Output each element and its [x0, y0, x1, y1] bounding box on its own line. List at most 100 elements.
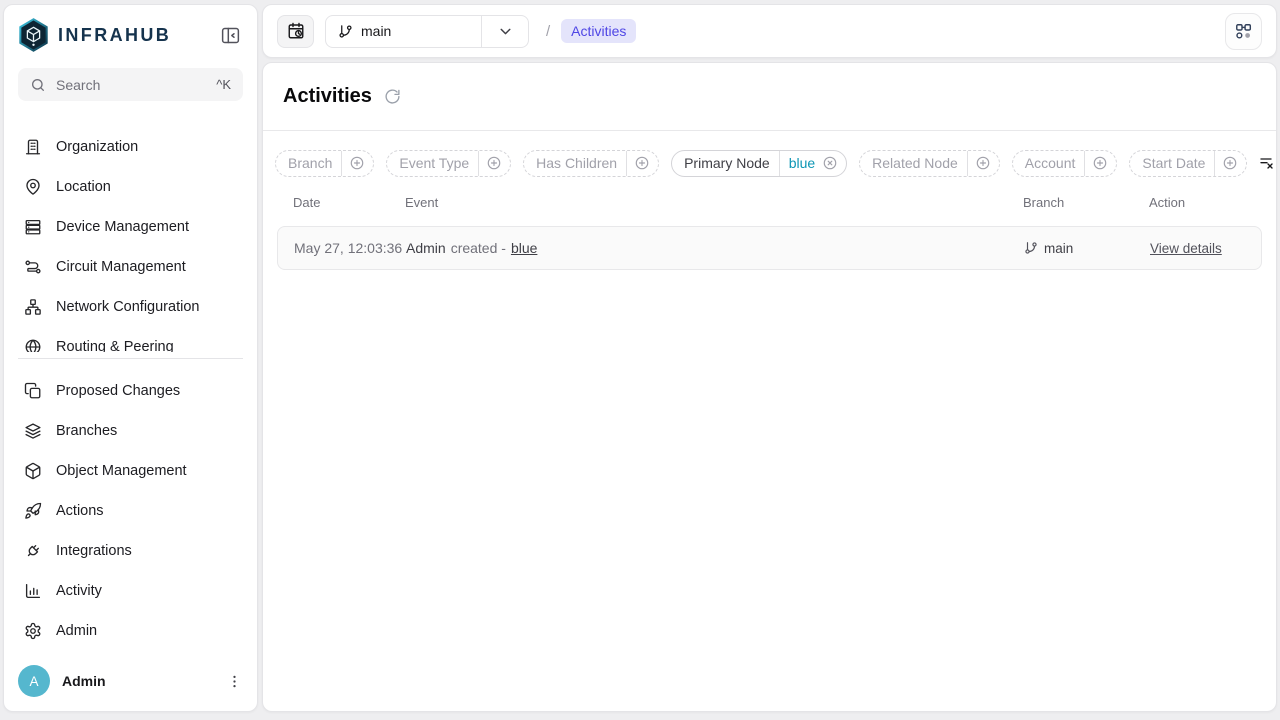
- sidebar-item-activity[interactable]: Activity: [14, 571, 247, 611]
- plug-icon: [24, 542, 42, 560]
- time-travel-button[interactable]: [277, 15, 314, 48]
- activities-panel: Activities Branch Event Type Has Childre…: [262, 62, 1277, 712]
- sidebar-item-location[interactable]: Location: [14, 167, 247, 207]
- clear-filters-button[interactable]: Clear filters: [1259, 147, 1277, 179]
- filter-chip-branch[interactable]: Branch: [275, 150, 374, 177]
- infrahub-hexagon-logo-icon: [18, 18, 49, 52]
- route-icon: [24, 258, 42, 276]
- sidebar-item-label: Organization: [56, 139, 138, 155]
- activity-event: Admin created - blue: [406, 240, 1024, 256]
- add-filter-icon[interactable]: [342, 155, 373, 171]
- search-shortcut: ^K: [216, 77, 231, 92]
- calendar-clock-icon: [287, 22, 305, 40]
- gear-icon: [24, 622, 42, 640]
- activity-branch-name: main: [1044, 241, 1073, 256]
- sidebar-item-label: Location: [56, 179, 111, 195]
- activity-object-link[interactable]: blue: [511, 240, 537, 256]
- sidebar-item-network-configuration[interactable]: Network Configuration: [14, 287, 247, 327]
- user-menu-kebab-button[interactable]: [226, 673, 243, 690]
- sidebar-item-label: Routing & Peering: [56, 339, 174, 352]
- sidebar-item-label: Proposed Changes: [56, 383, 180, 399]
- add-filter-icon[interactable]: [968, 155, 999, 171]
- sidebar-item-circuit-management[interactable]: Circuit Management: [14, 247, 247, 287]
- git-branch-icon: [338, 24, 353, 39]
- activity-branch: main: [1024, 241, 1150, 256]
- chevron-down-icon: [497, 23, 514, 40]
- refresh-icon: [384, 88, 401, 105]
- add-filter-icon[interactable]: [1215, 155, 1246, 171]
- server-icon: [24, 218, 42, 236]
- filter-chip-label: Related Node: [860, 155, 967, 171]
- page-title: Activities: [283, 85, 372, 108]
- schema-visualizer-button[interactable]: [1225, 13, 1262, 50]
- brand-logo[interactable]: INFRAHUB: [18, 18, 171, 52]
- sidebar-item-branches[interactable]: Branches: [14, 411, 247, 451]
- rocket-icon: [24, 502, 42, 520]
- table-header-row: Date Event Branch Action: [277, 195, 1262, 210]
- sidebar-app-nav: Proposed Changes Branches Object Managem…: [4, 359, 257, 651]
- activity-date: May 27, 12:03:36: [294, 240, 406, 256]
- column-header-action: Action: [1149, 195, 1246, 210]
- brand-name: INFRAHUB: [58, 25, 171, 46]
- map-pin-icon: [24, 178, 42, 196]
- branch-selector-toggle[interactable]: [481, 16, 528, 47]
- filter-chip-event-type[interactable]: Event Type: [386, 150, 511, 177]
- sidebar-item-organization[interactable]: Organization: [14, 127, 247, 167]
- filter-chip-primary-node[interactable]: Primary Node blue: [671, 150, 847, 177]
- table-row[interactable]: May 27, 12:03:36 Admin created - blue ma…: [277, 226, 1262, 270]
- add-filter-icon[interactable]: [1085, 155, 1116, 171]
- layers-icon: [24, 422, 42, 440]
- globe-icon: [24, 338, 42, 352]
- filter-chip-account[interactable]: Account: [1012, 150, 1118, 177]
- search-placeholder: Search: [56, 77, 100, 93]
- filter-chip-value: blue: [780, 155, 820, 171]
- user-name: Admin: [62, 673, 106, 689]
- filter-chip-has-children[interactable]: Has Children: [523, 150, 659, 177]
- page-header: Activities: [263, 63, 1276, 131]
- sidebar-item-object-management[interactable]: Object Management: [14, 451, 247, 491]
- sidebar-schema-nav: Organization Location Device Management …: [4, 127, 257, 352]
- diff-icon: [24, 382, 42, 400]
- sidebar-item-actions[interactable]: Actions: [14, 491, 247, 531]
- remove-filter-icon[interactable]: [820, 155, 846, 171]
- sidebar-item-integrations[interactable]: Integrations: [14, 531, 247, 571]
- search-input[interactable]: Search ^K: [18, 68, 243, 101]
- branch-selector[interactable]: main: [325, 15, 529, 48]
- sidebar-item-label: Device Management: [56, 219, 189, 235]
- filter-x-icon: [1259, 155, 1275, 171]
- sidebar: INFRAHUB Search ^K Organization Location: [3, 4, 258, 712]
- kebab-icon: [226, 673, 243, 690]
- sidebar-item-device-management[interactable]: Device Management: [14, 207, 247, 247]
- sidebar-header: INFRAHUB: [4, 5, 257, 52]
- sidebar-item-label: Integrations: [56, 543, 132, 559]
- branch-selector-value: main: [326, 16, 481, 47]
- activity-actor: Admin: [406, 240, 446, 256]
- sidebar-item-routing-peering[interactable]: Routing & Peering: [14, 327, 247, 352]
- topbar: main / Activities: [262, 4, 1277, 58]
- view-details-link[interactable]: View details: [1150, 241, 1222, 256]
- add-filter-icon[interactable]: [479, 155, 510, 171]
- sidebar-item-label: Object Management: [56, 463, 187, 479]
- sidebar-item-label: Actions: [56, 503, 104, 519]
- filter-chip-related-node[interactable]: Related Node: [859, 150, 1000, 177]
- sidebar-collapse-button[interactable]: [218, 23, 243, 48]
- refresh-button[interactable]: [384, 88, 401, 105]
- filter-chip-label: Start Date: [1130, 155, 1214, 171]
- box-icon: [24, 462, 42, 480]
- sidebar-item-label: Admin: [56, 623, 97, 639]
- sidebar-item-proposed-changes[interactable]: Proposed Changes: [14, 371, 247, 411]
- user-menu[interactable]: A Admin: [4, 651, 257, 711]
- network-icon: [24, 298, 42, 316]
- bar-chart-icon: [24, 582, 42, 600]
- sidebar-item-label: Activity: [56, 583, 102, 599]
- filter-chip-label: Has Children: [524, 155, 626, 171]
- sidebar-item-admin[interactable]: Admin: [14, 611, 247, 651]
- breadcrumb-current[interactable]: Activities: [561, 19, 636, 43]
- panel-collapse-icon: [220, 25, 241, 46]
- column-header-event: Event: [405, 195, 1023, 210]
- sidebar-item-label: Network Configuration: [56, 299, 199, 315]
- sidebar-item-label: Branches: [56, 423, 117, 439]
- add-filter-icon[interactable]: [627, 155, 658, 171]
- filter-chip-start-date[interactable]: Start Date: [1129, 150, 1247, 177]
- column-header-branch: Branch: [1023, 195, 1149, 210]
